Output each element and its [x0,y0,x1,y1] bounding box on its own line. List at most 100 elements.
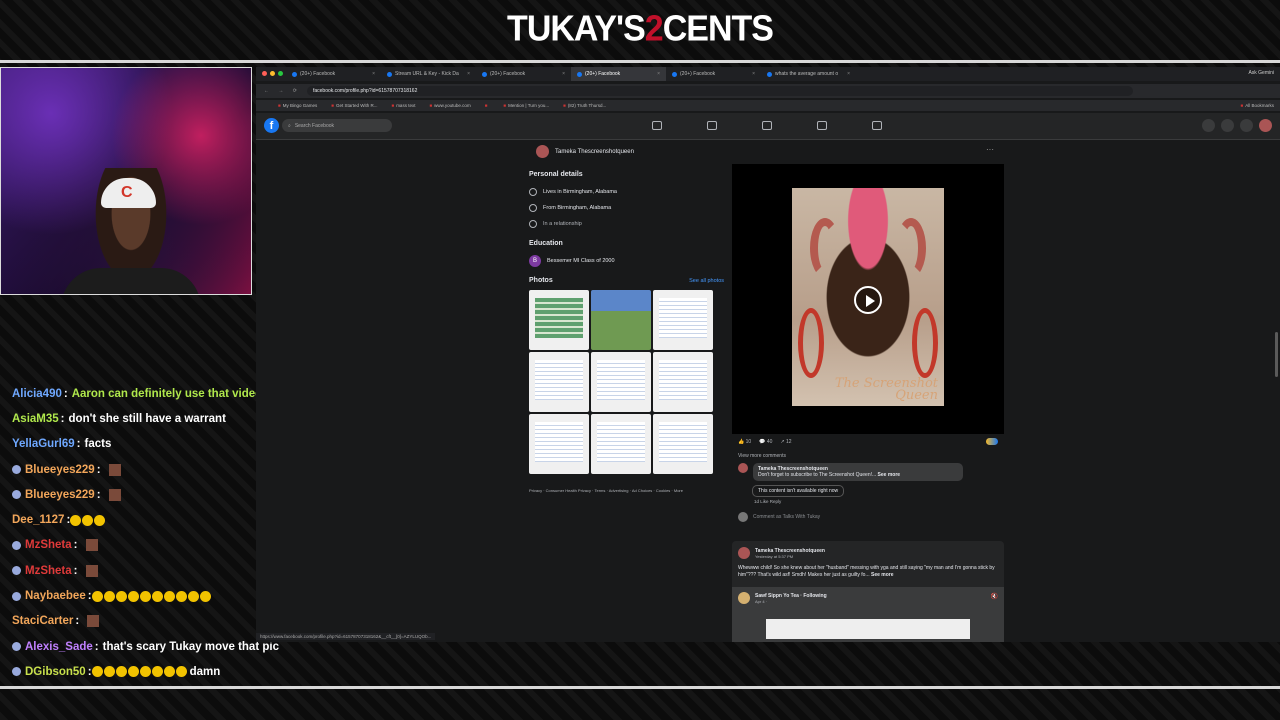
browser-tab[interactable]: (20+) Facebook × [571,67,666,81]
maximize-window-icon[interactable] [278,71,283,76]
bookmark-item[interactable]: www.youtube.com [429,103,471,108]
detail-lives-in: Lives in Birmingham, Alabama [529,184,724,200]
marketplace-icon[interactable] [762,121,772,130]
photo-thumbnail[interactable] [529,352,589,412]
bookmark-item[interactable]: Get Started With R... [331,103,378,108]
shared-author[interactable]: Sawf Sippn Yo Tea · Following [755,593,827,599]
browser-tab[interactable]: (20+) Facebook × [286,67,381,81]
close-tab-icon[interactable]: × [657,71,660,77]
unavailable-content: This content isn't available right now [752,485,845,497]
minimize-window-icon[interactable] [270,71,275,76]
overlay-divider-top [0,60,1280,63]
photo-thumbnail[interactable] [653,414,713,474]
close-window-icon[interactable] [262,71,267,76]
laughing-emoji-icon [115,590,127,602]
groups-icon[interactable] [817,121,827,130]
more-options-icon[interactable]: ··· [986,145,994,154]
notifications-icon[interactable] [1240,119,1253,132]
video-player[interactable]: The Screenshot Queen [792,188,944,406]
account-avatar[interactable] [1259,119,1272,132]
footer-links[interactable]: Privacy · Consumer Health Privacy · Term… [529,488,724,494]
see-more-link[interactable]: See more [871,572,894,578]
like-count[interactable]: 👍 10 [738,439,751,445]
bookmark-item[interactable]: Mention | Turn you... [503,103,549,108]
chat-username[interactable]: Blueeyes229 [25,464,95,476]
messenger-icon[interactable] [1221,119,1234,132]
shared-post[interactable]: Sawf Sippn Yo Tea · Following Apr 4 · 🔇 [732,587,1004,642]
facebook-logo-icon[interactable]: f [264,118,279,133]
post-author[interactable]: Tameka Thescreenshotqueen [755,548,825,554]
watch-icon[interactable] [707,121,717,130]
video-post-media[interactable]: The Screenshot Queen [732,164,1004,434]
chat-separator: : [87,665,92,678]
close-tab-icon[interactable]: × [562,71,565,77]
scrollbar[interactable] [1275,332,1278,377]
comment: Tameka Thescreenshotqueen Don't forget t… [732,463,1004,481]
school-badge: B [529,255,541,267]
chat-badge-icon [12,566,21,576]
profile-header[interactable]: Tameka Thescreenshotqueen [536,145,634,158]
photo-thumbnail[interactable] [653,352,713,412]
browser-tab[interactable]: whats the average amount o × [761,67,856,81]
chat-username[interactable]: DGibson50 [25,666,86,678]
chat-username[interactable]: MzSheta [25,539,72,551]
chat-username[interactable]: StaciCarter [12,615,73,627]
photo-thumbnail[interactable] [591,290,651,350]
photo-thumbnail[interactable] [529,290,589,350]
reaction-icons[interactable] [986,438,998,445]
browser-tab[interactable]: Stream URL & Key - Kick Da × [381,67,476,81]
share-count[interactable]: ↗ 12 [780,439,791,445]
browser-tab[interactable]: (20+) Facebook × [476,67,571,81]
bookmark-item[interactable]: mass text [391,103,415,108]
laughing-emoji-icon [139,666,151,678]
nav-arrows-icon[interactable]: ← → ⟳ [264,88,301,94]
photo-thumbnail[interactable] [591,414,651,474]
chat-separator: : [60,412,65,425]
bookmark-item[interactable]: My Bingo Games [278,103,318,108]
photo-thumbnail[interactable] [591,352,651,412]
shared-thumbnail[interactable] [766,619,970,639]
facebook-search-input[interactable]: ⌕ Search Facebook [282,119,392,132]
ask-gemini-button[interactable]: Ask Gemini [1248,70,1274,76]
photo-thumbnail[interactable] [653,290,713,350]
chat-text: that's scary Tukay move that pic [102,640,279,653]
close-tab-icon[interactable]: × [372,71,375,77]
photo-thumbnail[interactable] [529,414,589,474]
bookmark-item[interactable] [485,103,490,108]
close-tab-icon[interactable]: × [467,71,470,77]
laughing-emoji-icon [127,666,139,678]
chat-username[interactable]: Alicia490 [12,388,62,400]
chat-username[interactable]: Dee_1127 [12,514,64,526]
mute-icon[interactable]: 🔇 [991,593,998,600]
laughing-emoji-icon [103,666,115,678]
gaming-icon[interactable] [872,121,882,130]
chat-username[interactable]: AsiaM35 [12,413,59,425]
chat-username[interactable]: Alexis_Sade [25,641,93,653]
home-icon[interactable] [652,121,662,130]
bookmark-item[interactable]: (82) Truth Thursd... [563,103,606,108]
laughing-emoji-icon [115,666,127,678]
chat-username[interactable]: Blueeyes229 [25,489,95,501]
comment-input[interactable]: Comment as Talks With Tukay [738,512,1004,522]
play-icon[interactable] [854,286,882,314]
close-tab-icon[interactable]: × [847,71,850,77]
chat-username[interactable]: Naybaebee [25,590,86,602]
window-controls[interactable] [262,71,283,76]
browser-window: (20+) Facebook × Stream URL & Key - Kick D… [256,67,1280,642]
chat-username[interactable]: YellaGurl69 [12,438,75,450]
close-tab-icon[interactable]: × [752,71,755,77]
chat-separator: : [76,438,81,451]
menu-grid-icon[interactable] [1202,119,1215,132]
comment-count[interactable]: 💬 40 [759,439,772,445]
browser-tab[interactable]: (20+) Facebook × [666,67,761,81]
see-all-photos-link[interactable]: See all photos [689,278,724,284]
see-more-link[interactable]: See more [878,472,901,478]
all-bookmarks-button[interactable]: All Bookmarks [1241,103,1274,108]
view-more-comments-link[interactable]: View more comments [732,453,1004,459]
url-field[interactable]: facebook.com/profile.php?id=615787073181… [306,86,1133,96]
detail-education: B Bessemer MI Class of 2000 [529,253,724,269]
tab-label: Stream URL & Key - Kick Da [395,71,459,77]
comment-actions[interactable]: 1d Like Reply [754,499,1004,504]
chat-username[interactable]: MzSheta [25,565,72,577]
post-date[interactable]: Yesterday at 5:37 PM [755,554,825,559]
